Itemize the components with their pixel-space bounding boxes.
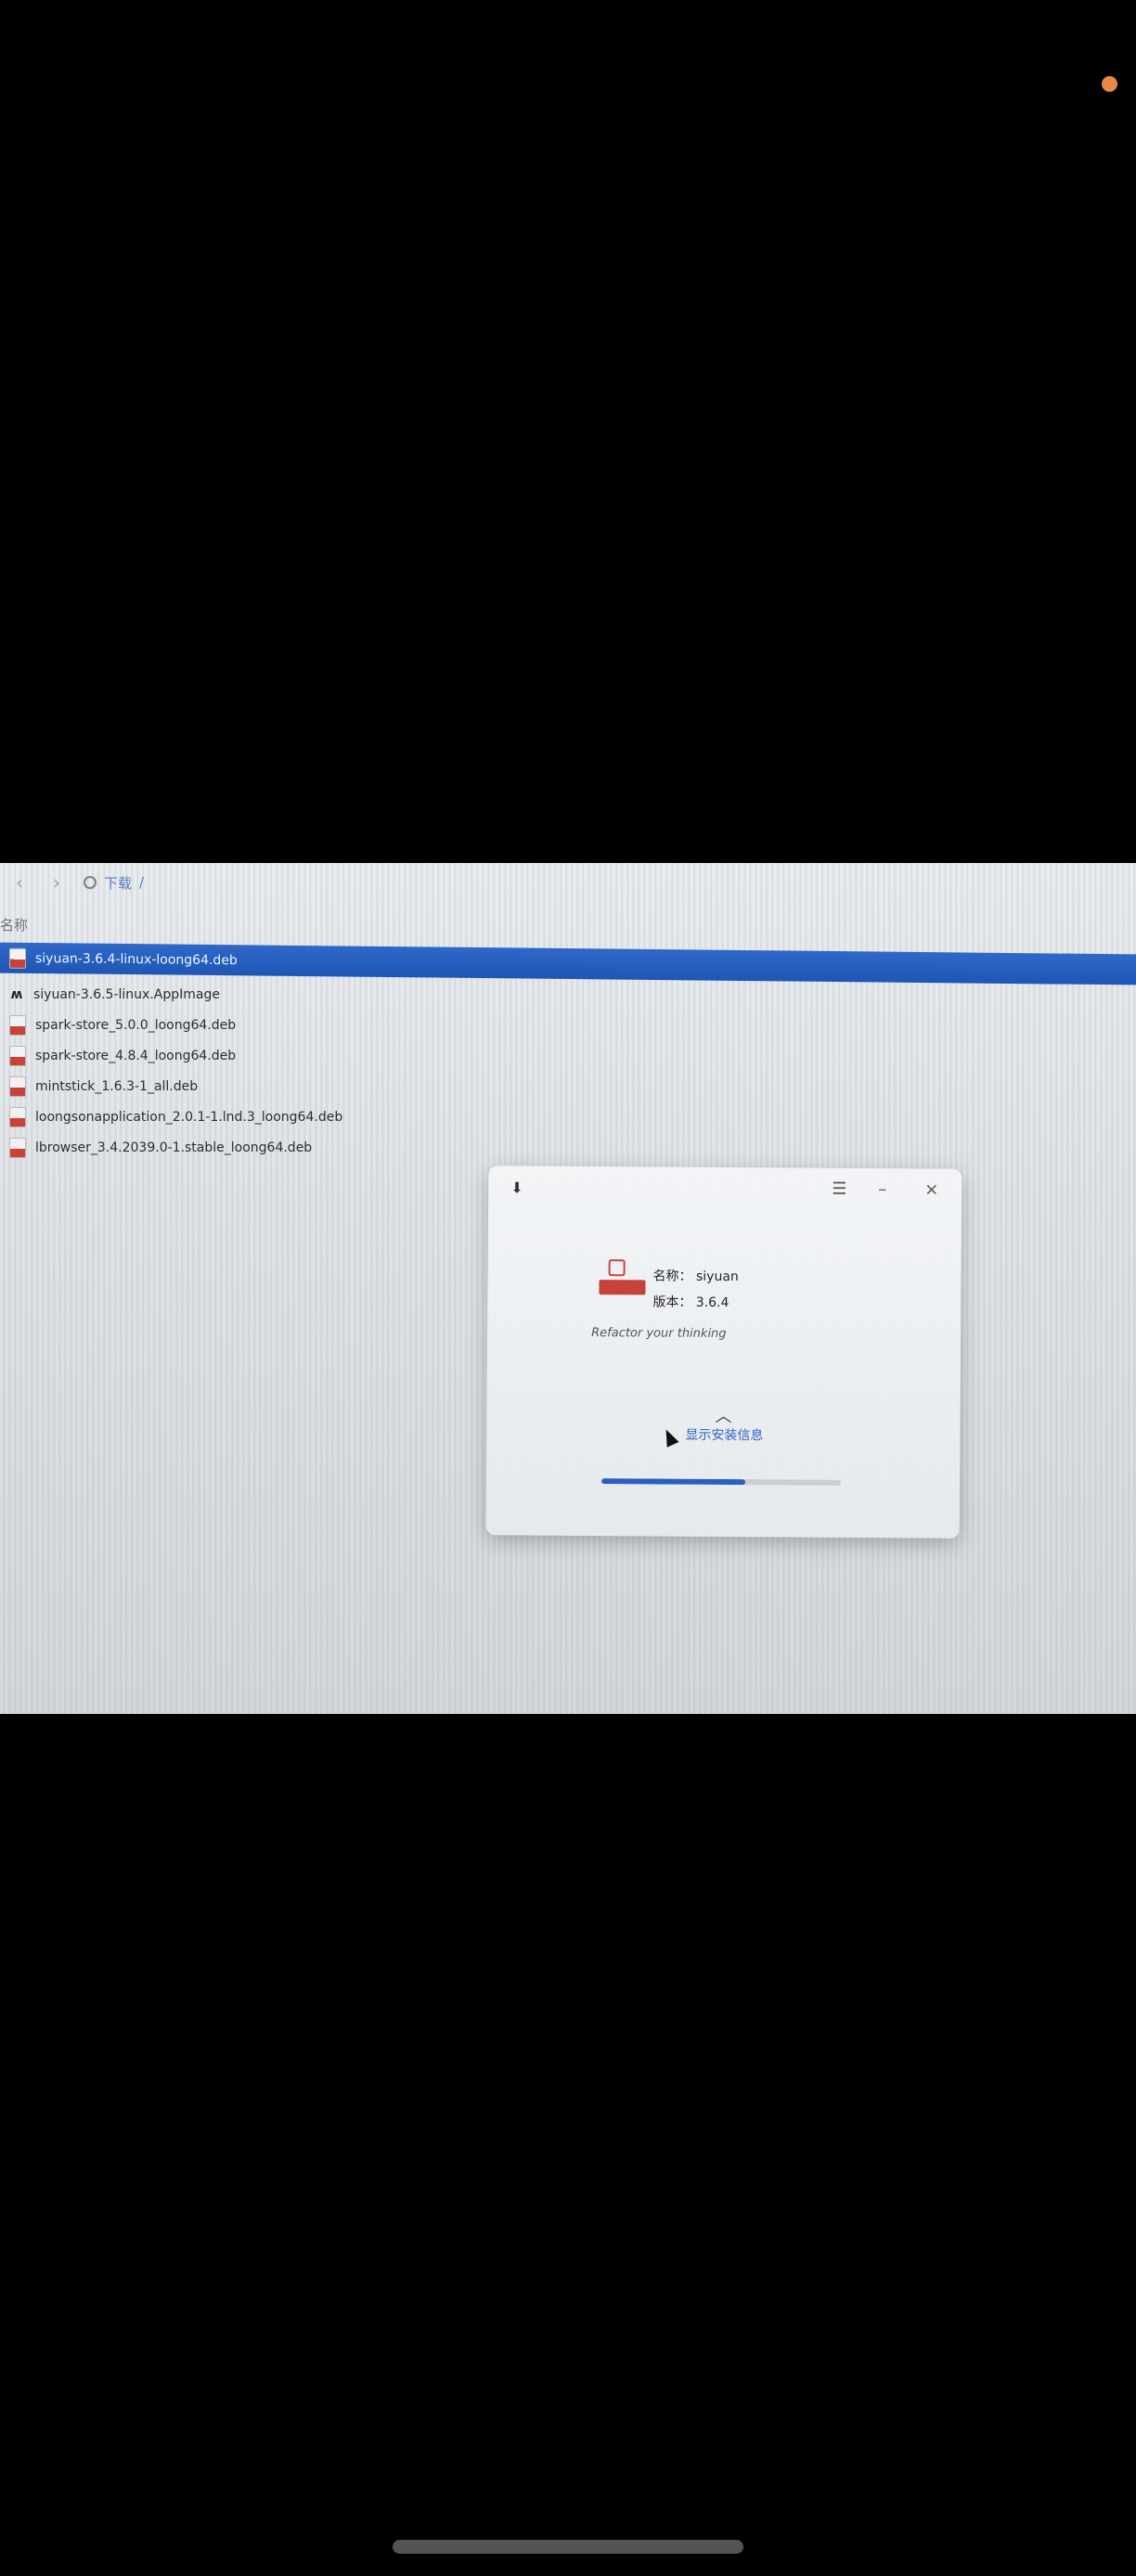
deb-package-icon: [9, 1137, 26, 1158]
forward-button[interactable]: ›: [46, 871, 67, 894]
minimize-icon[interactable]: –: [878, 1179, 886, 1199]
column-header-name[interactable]: 名称: [0, 915, 28, 934]
file-row[interactable]: loongsonapplication_2.0.1-1.lnd.3_loong6…: [0, 1101, 1136, 1132]
breadcrumb[interactable]: 下载 /: [84, 873, 144, 893]
close-icon[interactable]: ×: [924, 1180, 938, 1200]
package-name: 名称： siyuan: [652, 1269, 739, 1285]
package-box-shape: [608, 1259, 626, 1277]
mouse-cursor-icon: [660, 1426, 679, 1448]
chevron-up-icon[interactable]: ︿: [715, 1403, 731, 1427]
show-install-info-link[interactable]: 显示安装信息: [685, 1425, 763, 1445]
deb-package-icon: [9, 1045, 26, 1066]
package-tag-shape: [599, 1280, 646, 1295]
package-info: 名称： siyuan 版本： 3.6.4: [652, 1263, 739, 1316]
package-version: 版本： 3.6.4: [652, 1294, 729, 1311]
breadcrumb-current[interactable]: 下载: [104, 873, 132, 893]
deb-package-icon: [599, 1259, 646, 1300]
install-progress-fill: [601, 1478, 745, 1486]
file-row[interactable]: spark-store_4.8.4_loong64.deb: [0, 1040, 1136, 1071]
file-row[interactable]: mintstick_1.6.3-1_all.deb: [0, 1071, 1136, 1101]
dialog-titlebar: ⬇ ☰ – ×: [488, 1166, 962, 1210]
recording-indicator-dot: [1102, 76, 1117, 92]
install-progress-bar: [601, 1478, 842, 1486]
appimage-icon: ʍ: [10, 986, 23, 1002]
breadcrumb-separator: /: [139, 874, 145, 891]
file-name: spark-store_5.0.0_loong64.deb: [35, 1017, 237, 1033]
package-installer-dialog: ⬇ ☰ – × 名称： siyuan 版本： 3.6.4 Refactor yo…: [485, 1166, 962, 1539]
file-name: spark-store_4.8.4_loong64.deb: [35, 1048, 237, 1063]
installer-app-icon: ⬇: [510, 1179, 523, 1197]
file-row[interactable]: ʍ siyuan-3.6.5-linux.AppImage: [0, 979, 1136, 1010]
home-icon[interactable]: [84, 876, 97, 889]
menu-icon[interactable]: ☰: [832, 1179, 846, 1199]
file-name: loongsonapplication_2.0.1-1.lnd.3_loong6…: [35, 1109, 343, 1125]
deb-package-icon: [9, 1106, 26, 1127]
file-list: siyuan-3.6.4-linux-loong64.deb ʍ siyuan-…: [0, 942, 1136, 1163]
photographed-monitor: ‹ › 下载 / 名称 siyuan-3.6.4-linux-loong64.d…: [0, 863, 1136, 1714]
deb-package-icon: [9, 1014, 26, 1036]
back-button[interactable]: ‹: [9, 871, 30, 894]
file-row[interactable]: spark-store_5.0.0_loong64.deb: [0, 1010, 1136, 1040]
deb-package-icon: [9, 947, 26, 969]
file-manager-toolbar: ‹ › 下载 /: [0, 863, 1136, 902]
package-description: Refactor your thinking: [591, 1326, 727, 1342]
file-name: mintstick_1.6.3-1_all.deb: [35, 1078, 199, 1094]
file-name: siyuan-3.6.5-linux.AppImage: [33, 986, 220, 1002]
file-name: siyuan-3.6.4-linux-loong64.deb: [35, 950, 238, 968]
deb-package-icon: [9, 1075, 26, 1097]
phone-screen: ‹ › 下载 / 名称 siyuan-3.6.4-linux-loong64.d…: [0, 0, 1136, 2576]
file-row[interactable]: lbrowser_3.4.2039.0-1.stable_loong64.deb: [0, 1132, 1136, 1163]
home-indicator[interactable]: [393, 2540, 743, 2554]
file-name: lbrowser_3.4.2039.0-1.stable_loong64.deb: [35, 1140, 313, 1155]
